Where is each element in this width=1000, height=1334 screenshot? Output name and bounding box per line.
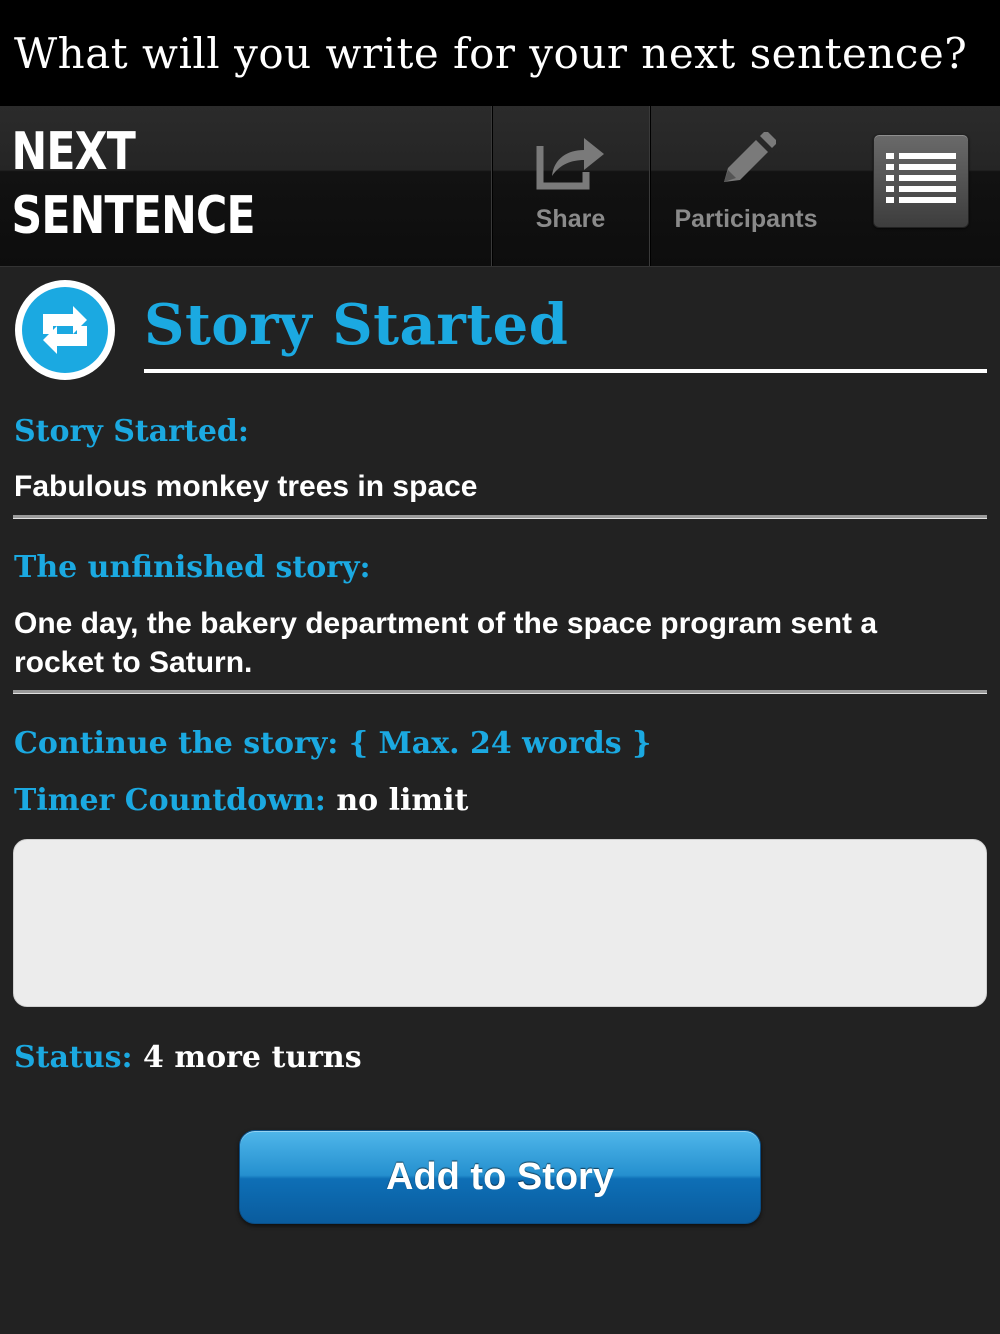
continue-story-label: Continue the story: { Max. 24 words } (14, 726, 652, 761)
page-title: Story Started (144, 292, 569, 358)
menu-button[interactable] (873, 134, 969, 228)
sentence-input[interactable] (13, 839, 987, 1007)
unfinished-story-text: One day, the bakery department of the sp… (14, 607, 878, 679)
divider (13, 690, 987, 694)
prompt-question: What will you write for your next senten… (14, 28, 968, 78)
share-icon (536, 132, 606, 195)
nav-bar: NEXT SENTENCE Share Participants (0, 106, 1000, 267)
share-label: Share (535, 205, 606, 233)
participants-button[interactable]: Participants (649, 106, 842, 266)
app-logo: NEXT SENTENCE (0, 106, 403, 266)
unfinished-story-label: The unfinished story: (14, 550, 371, 585)
share-button[interactable]: Share (491, 106, 649, 266)
refresh-arrows-icon (13, 278, 117, 387)
list-menu-icon (886, 152, 956, 210)
divider (13, 515, 987, 519)
story-started-label: Story Started: (14, 414, 249, 449)
status-row: Status: 4 more turns (14, 1040, 362, 1075)
participants-label: Participants (674, 205, 818, 233)
timer-label: Timer Countdown: (14, 783, 326, 818)
pencil-icon (716, 130, 778, 195)
story-started-value: Fabulous monkey trees in space (14, 470, 478, 503)
brand-line-1: NEXT (11, 122, 135, 182)
status-value: 4 more turns (143, 1040, 362, 1075)
prompt-banner: What will you write for your next senten… (0, 0, 1000, 106)
timer-row: Timer Countdown: no limit (14, 783, 468, 818)
title-divider (144, 369, 987, 373)
timer-value: no limit (336, 783, 469, 818)
brand-line-2: SENTENCE (11, 186, 255, 246)
status-label: Status: (14, 1040, 133, 1075)
add-to-story-button[interactable]: Add to Story (239, 1130, 761, 1224)
